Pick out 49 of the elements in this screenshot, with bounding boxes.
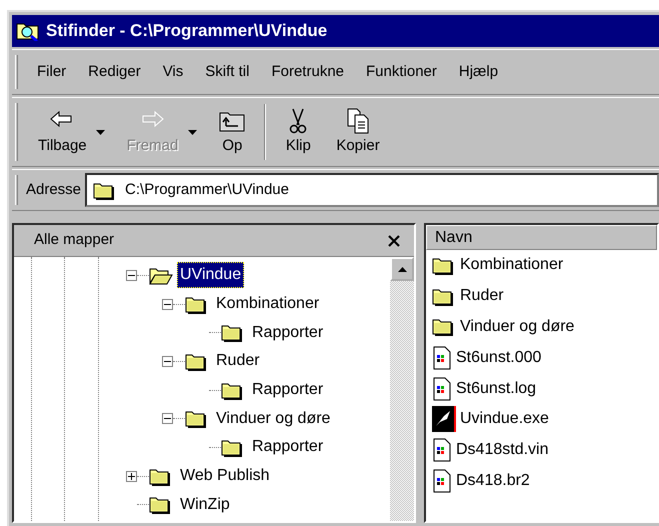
file-item[interactable]: Uvindue.exe	[426, 404, 657, 435]
expand-toggle[interactable]	[126, 470, 137, 482]
menu-item[interactable]: Vis	[152, 60, 194, 84]
file-item[interactable]: Ruder	[426, 280, 657, 312]
tree-item[interactable]: Ruder	[213, 348, 263, 374]
address-field[interactable]: C:\Programmer\UVindue	[85, 173, 659, 207]
toolbar-button[interactable]: Kopier	[324, 100, 392, 164]
address-label: Adresse	[26, 180, 82, 200]
expand-toggle[interactable]	[162, 413, 173, 424]
file-item[interactable]: Kombinationer	[426, 250, 657, 281]
caret-icon	[188, 130, 197, 134]
tree-item[interactable]: WinZip	[177, 492, 233, 518]
window-title: Stifinder - C:\Programmer\UVindue	[46, 20, 328, 42]
tree-item[interactable]: Web Publish	[177, 463, 273, 490]
tree-item[interactable]: Rapporter	[249, 434, 326, 460]
document-icon	[432, 438, 452, 462]
expand-toggle[interactable]	[162, 298, 173, 310]
file-item[interactable]: Ds418std.vin	[426, 434, 657, 466]
toolbar-button[interactable]: Op	[206, 100, 258, 164]
tree-item[interactable]: Rapporter	[249, 320, 326, 346]
file-item[interactable]: St6unst.000	[426, 342, 657, 374]
column-header[interactable]: Navn	[426, 225, 657, 250]
caret-icon	[96, 130, 106, 134]
menu-item[interactable]: Rediger	[77, 60, 152, 84]
toolbar-button[interactable]: Tilbage	[26, 100, 115, 164]
document-icon	[432, 468, 452, 493]
document-icon	[432, 346, 452, 370]
file-item[interactable]: St6unst.log	[426, 373, 657, 404]
menu-item[interactable]: Hjælp	[448, 60, 510, 84]
file-item[interactable]: Ds418.br2	[426, 466, 657, 496]
toolbar-button[interactable]: Klip	[272, 100, 324, 164]
menu-item[interactable]: Foretrukne	[260, 60, 356, 84]
file-item[interactable]: Vinduer og døre	[426, 312, 657, 342]
explorer-icon	[16, 21, 40, 41]
expand-toggle[interactable]	[162, 356, 173, 367]
tree-item[interactable]: UVindue	[177, 262, 244, 288]
pane-title: Alle mapper	[34, 230, 114, 250]
tree-item[interactable]: Kombinationer	[213, 291, 322, 318]
plus-icon	[128, 472, 135, 480]
menu-item[interactable]: Funktioner	[355, 60, 448, 84]
document-icon	[432, 376, 452, 401]
expand-toggle[interactable]	[126, 270, 137, 281]
menu-item[interactable]: Filer	[26, 60, 78, 84]
program-icon	[432, 406, 456, 432]
scroll-up-button[interactable]	[390, 257, 414, 281]
menu-item[interactable]: Skift til	[194, 60, 260, 84]
tree-item[interactable]: Rapporter	[249, 377, 326, 404]
tree-item[interactable]: Vinduer og døre	[213, 406, 334, 432]
up-arrow-icon	[398, 266, 406, 272]
